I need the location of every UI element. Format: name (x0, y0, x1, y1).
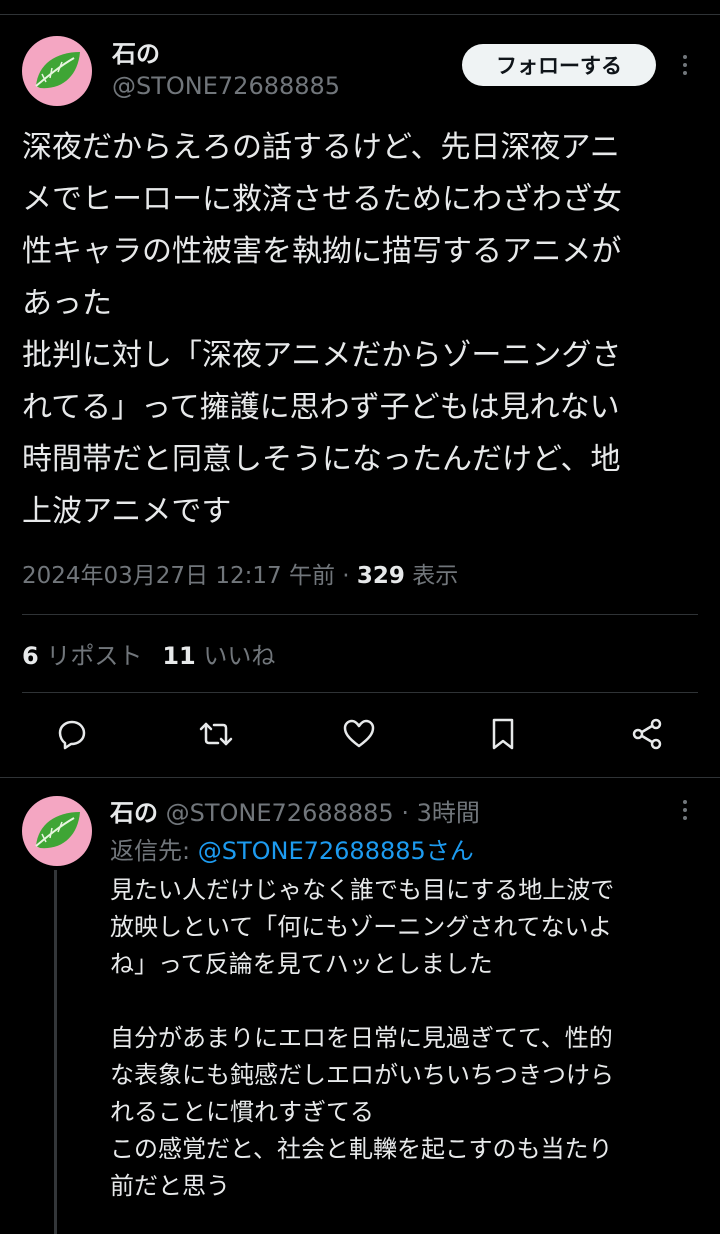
reply-icon[interactable] (52, 714, 92, 754)
tweet-meta: 2024年03月27日 12:17 午前 · 329 表示 (22, 556, 458, 590)
follow-button[interactable]: フォローする (462, 44, 656, 86)
retweets-count: 6 (22, 642, 39, 670)
heart-icon[interactable] (339, 714, 379, 754)
views-label: 表示 (404, 563, 459, 589)
top-divider (0, 14, 720, 15)
tweet-timestamp[interactable]: 2024年03月27日 12:17 午前 · (22, 563, 357, 589)
divider (22, 692, 698, 693)
more-options-icon[interactable] (673, 790, 697, 830)
divider (22, 614, 698, 615)
reply-to-mention[interactable]: @STONE72688885さん (198, 837, 474, 865)
retweets-label: リポスト (38, 642, 143, 670)
share-icon[interactable] (627, 714, 667, 754)
reply-text: 見たい人だけじゃなく誰でも目にする地上波で 放映しといて「何にもゾーニングされて… (110, 876, 615, 1200)
leaf-icon (35, 52, 80, 89)
author-handle[interactable]: @STONE72688885 (112, 72, 340, 100)
reply-header: 石の @STONE72688885 · 3時間 (110, 793, 480, 828)
retweet-icon[interactable] (196, 714, 236, 754)
reply-author-avatar[interactable] (22, 796, 92, 866)
bookmark-icon[interactable] (483, 714, 523, 754)
likes-count: 11 (162, 642, 196, 670)
reply-to-line: 返信先: @STONE72688885さん (110, 831, 474, 866)
tweet-text: 深夜だからえろの話するけど、先日深夜アニ メでヒーローに救済させるためにわざわざ… (22, 130, 622, 529)
leaf-icon (35, 812, 80, 849)
views-count: 329 (356, 563, 405, 589)
like-stat[interactable]: 11 いいね (162, 642, 275, 670)
more-options-icon[interactable] (673, 45, 697, 85)
reply-meta: @STONE72688885 · 3時間 (158, 799, 480, 827)
author-avatar[interactable] (22, 36, 92, 106)
reply-to-label: 返信先: (110, 837, 198, 865)
retweet-stat[interactable]: 6 リポスト (22, 642, 142, 670)
section-divider (0, 777, 720, 778)
author-name[interactable]: 石の (112, 34, 160, 69)
likes-label: いいね (195, 642, 276, 670)
engagement-stats: 6 リポスト 11 いいね (22, 636, 275, 671)
thread-line (54, 870, 57, 1234)
reply-author-name[interactable]: 石の (110, 799, 158, 827)
